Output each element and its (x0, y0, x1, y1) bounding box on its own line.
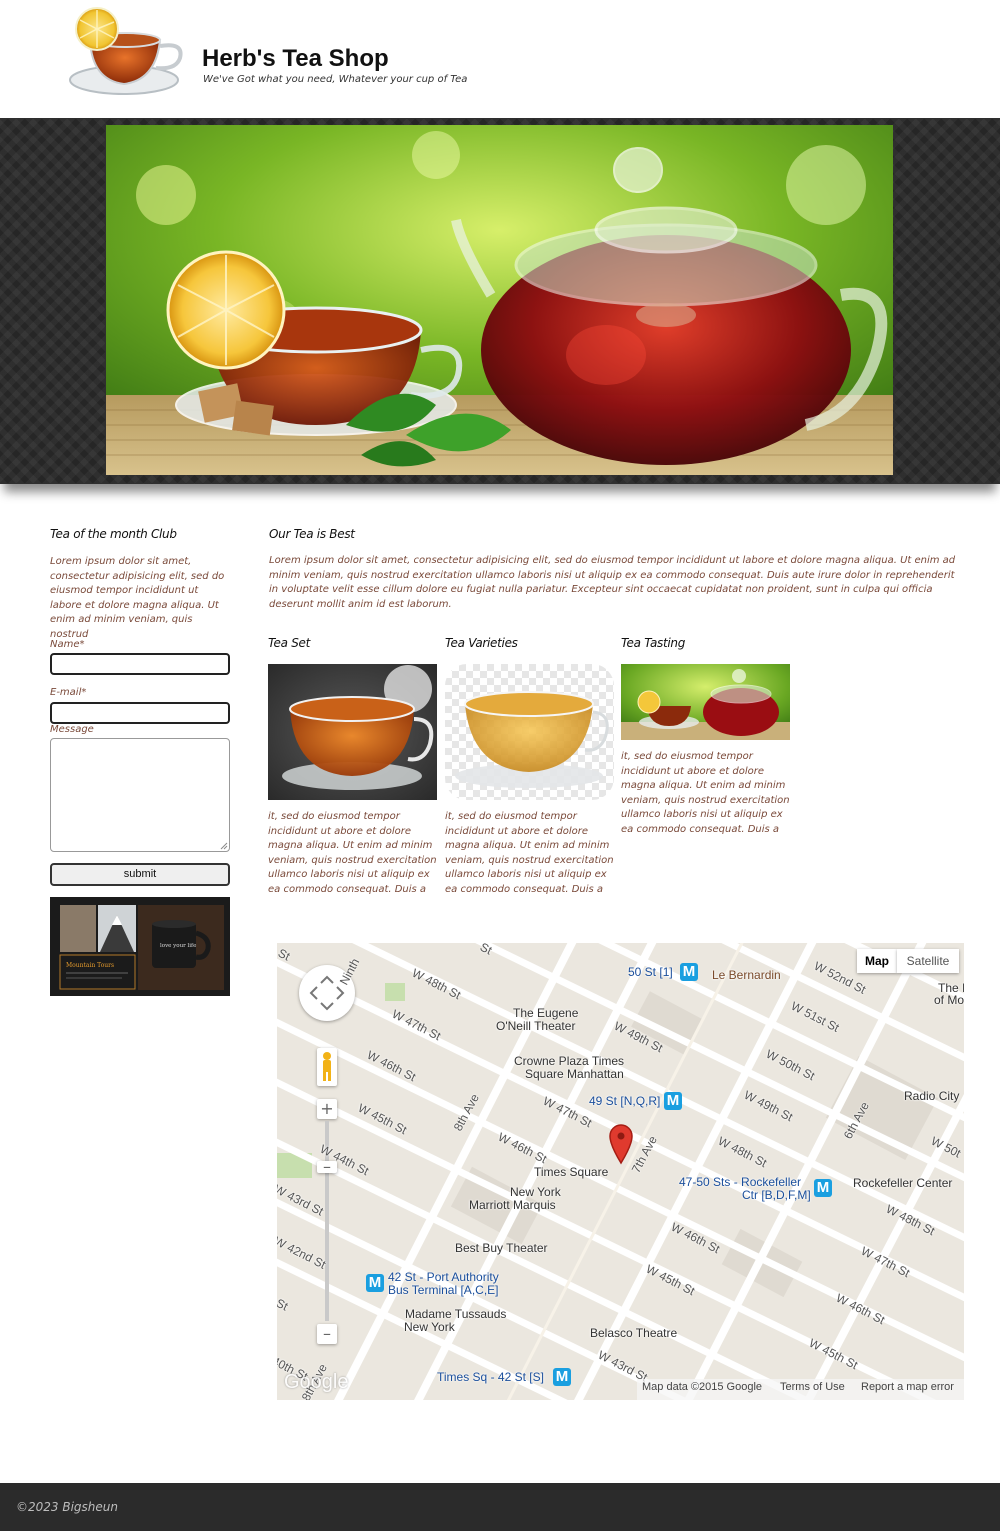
place-eugene-oneill-line1[interactable]: The Eugene (513, 1006, 578, 1020)
hero-banner (0, 118, 1000, 484)
station-47-50-sts-line1[interactable]: 47-50 Sts - Rockefeller (679, 1175, 801, 1189)
zoom-out-button[interactable]: – (317, 1324, 337, 1344)
station-49-st[interactable]: 49 St [N,Q,R] (589, 1094, 660, 1108)
card-text-tea-varieties: it, sed do eiusmod tempor incididunt ut … (445, 811, 614, 895)
sidebar-text: Lorem ipsum dolor sit amet, consectetur … (50, 556, 225, 640)
card-text-tea-tasting: it, sed do eiusmod tempor incididunt ut … (621, 751, 790, 835)
map-type-map-button[interactable]: Map (857, 949, 897, 973)
tea-varieties-image[interactable] (445, 664, 614, 800)
place-best-buy-theater[interactable]: Best Buy Theater (455, 1241, 548, 1255)
place-edge-label-line2: of Mo (934, 993, 964, 1007)
place-crowne-plaza-line1[interactable]: Crowne Plaza Times (514, 1054, 624, 1068)
metro-icon: M (680, 963, 698, 981)
place-marriott-line2[interactable]: Marriott Marquis (469, 1198, 556, 1212)
map-type-satellite-button[interactable]: Satellite (897, 949, 959, 973)
card-title-tea-set: Tea Set (268, 636, 311, 650)
site-footer: ©2023 Bigsheun (0, 1483, 1000, 1531)
site-header: Herb's Tea Shop We've Got what you need,… (0, 0, 1000, 118)
site-title: Herb's Tea Shop (202, 45, 389, 72)
report-map-error-link[interactable]: Report a map error (861, 1381, 954, 1393)
place-le-bernardin[interactable]: Le Bernardin (712, 968, 781, 982)
station-42-st-port-authority-line1[interactable]: 42 St - Port Authority (388, 1270, 499, 1284)
place-belasco-theatre[interactable]: Belasco Theatre (590, 1326, 677, 1340)
name-label: Name* (50, 639, 85, 650)
place-marriott-line1[interactable]: New York (510, 1185, 561, 1199)
card-title-tea-tasting: Tea Tasting (621, 636, 686, 650)
google-logo[interactable]: Google (284, 1371, 349, 1394)
sidebar-title: Tea of the month Club (50, 527, 177, 541)
submit-button[interactable]: submit (50, 863, 230, 886)
main-text: Lorem ipsum dolor sit amet, consectetur … (269, 555, 956, 610)
message-label: Message (50, 724, 94, 735)
ad-mug-text: love your life (160, 943, 196, 949)
place-eugene-oneill-line2[interactable]: O'Neill Theater (496, 1019, 575, 1033)
map-data-credit: Map data ©2015 Google (642, 1381, 763, 1393)
message-field[interactable] (50, 738, 230, 852)
email-label: E-mail* (50, 687, 87, 698)
place-times-square[interactable]: Times Square (534, 1165, 608, 1179)
place-crowne-plaza-line2[interactable]: Square Manhattan (525, 1067, 624, 1081)
resize-handle-icon[interactable] (220, 842, 228, 850)
place-madame-tussauds-line1[interactable]: Madame Tussauds (405, 1307, 506, 1321)
metro-icon: M (553, 1368, 571, 1386)
station-times-sq-42-st[interactable]: Times Sq - 42 St [S] (437, 1370, 544, 1384)
embedded-map[interactable]: Map Satellite + – – Le Bernardin The Eug… (277, 943, 964, 1400)
site-tagline: We've Got what you need, Whatever your c… (203, 74, 468, 85)
name-field[interactable] (50, 653, 230, 675)
terms-of-use-link[interactable]: Terms of Use (780, 1381, 845, 1393)
tea-cup-logo[interactable] (52, 2, 202, 112)
email-field[interactable] (50, 702, 230, 724)
tea-tasting-image[interactable] (621, 664, 790, 740)
metro-icon: M (664, 1092, 682, 1110)
hero-image (106, 125, 893, 475)
card-text-tea-set: it, sed do eiusmod tempor incididunt ut … (268, 811, 437, 895)
location-marker-icon[interactable] (608, 1123, 634, 1165)
metro-icon: M (814, 1179, 832, 1197)
ad-banner[interactable]: Mountain Tours love your life (50, 897, 230, 996)
place-madame-tussauds-line2[interactable]: New York (404, 1320, 455, 1334)
copyright-text: ©2023 Bigsheun (16, 1500, 118, 1514)
card-title-tea-varieties: Tea Varieties (445, 636, 518, 650)
station-47-50-sts-line2[interactable]: Ctr [B,D,F,M] (742, 1188, 811, 1202)
zoom-in-button[interactable]: + (317, 1099, 337, 1119)
main-title: Our Tea is Best (269, 527, 355, 541)
ad-caption: Mountain Tours (66, 962, 114, 969)
street-view-pegman-icon[interactable] (317, 1048, 337, 1086)
station-50-st[interactable]: 50 St [1] (628, 965, 673, 979)
place-radio-city[interactable]: Radio City (904, 1089, 959, 1103)
place-rockefeller-center[interactable]: Rockefeller Center (853, 1176, 952, 1190)
tea-set-image[interactable] (268, 664, 437, 800)
station-42-st-port-authority-line2[interactable]: Bus Terminal [A,C,E] (388, 1283, 498, 1297)
metro-icon: M (366, 1274, 384, 1292)
